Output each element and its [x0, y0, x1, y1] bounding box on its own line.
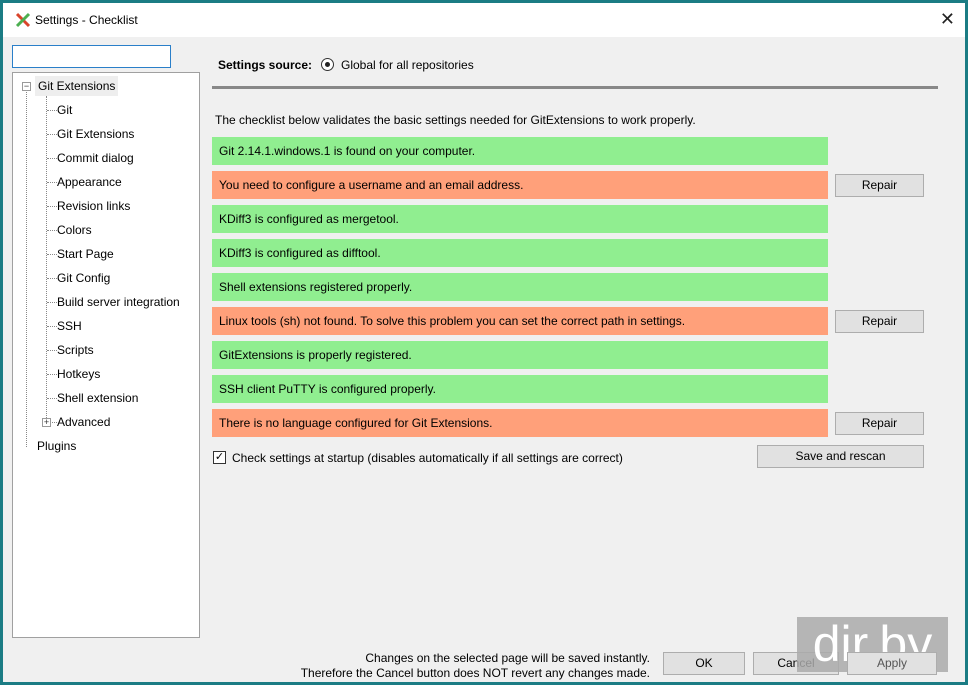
global-radio[interactable]: [321, 58, 334, 71]
tree-line: [47, 374, 57, 375]
tree-item-git-extensions[interactable]: Git Extensions: [35, 76, 119, 96]
tree-item-advanced[interactable]: Advanced: [57, 412, 110, 432]
title-bar: Settings - Checklist ✕: [3, 3, 965, 37]
startup-checkbox-label[interactable]: Check settings at startup (disables auto…: [232, 451, 623, 465]
window-title: Settings - Checklist: [35, 13, 138, 27]
settings-source-label: Settings source:: [218, 58, 313, 72]
tree-item-appearance[interactable]: Appearance: [57, 172, 122, 192]
tree-line: [47, 182, 57, 183]
checklist-intro: The checklist below validates the basic …: [215, 113, 696, 127]
tree-item-start-page[interactable]: Start Page: [57, 244, 114, 264]
close-icon[interactable]: ✕: [940, 9, 955, 30]
footer-note-1: Changes on the selected page will be sav…: [365, 651, 650, 665]
tree-item-plugins[interactable]: Plugins: [37, 436, 76, 456]
tree-item-hotkeys[interactable]: Hotkeys: [57, 364, 100, 384]
global-radio-label[interactable]: Global for all repositories: [341, 58, 474, 72]
repair-button[interactable]: Repair: [835, 310, 924, 333]
repair-button[interactable]: Repair: [835, 174, 924, 197]
tree-line: [47, 158, 57, 159]
ok-button[interactable]: OK: [663, 652, 745, 675]
tree-item-git-extensions[interactable]: Git Extensions: [57, 124, 134, 144]
check-row: Git 2.14.1.windows.1 is found on your co…: [212, 137, 828, 165]
tree-line: [26, 92, 27, 447]
tree-line: [47, 206, 57, 207]
tree-line: [47, 326, 57, 327]
apply-button[interactable]: Apply: [847, 652, 937, 675]
check-row: SSH client PuTTY is configured properly.: [212, 375, 828, 403]
tree-item-ssh[interactable]: SSH: [57, 316, 82, 336]
tree-item-git[interactable]: Git: [57, 100, 72, 120]
check-row: KDiff3 is configured as mergetool.: [212, 205, 828, 233]
tree-line: [47, 302, 57, 303]
check-row: Shell extensions registered properly.: [212, 273, 828, 301]
separator: [212, 86, 938, 89]
tree-line: [47, 398, 57, 399]
startup-checkbox[interactable]: ✓: [213, 451, 226, 464]
check-row: Linux tools (sh) not found. To solve thi…: [212, 307, 828, 335]
settings-search-input[interactable]: [12, 45, 171, 68]
check-row: KDiff3 is configured as difftool.: [212, 239, 828, 267]
tree-item-git-config[interactable]: Git Config: [57, 268, 110, 288]
check-row: There is no language configured for Git …: [212, 409, 828, 437]
git-extensions-logo-icon: [15, 12, 31, 28]
settings-tree[interactable]: − Git Extensions Git Git Extensions Commit…: [12, 72, 200, 638]
tree-item-shell-extension[interactable]: Shell extension: [57, 388, 138, 408]
tree-line: [47, 134, 57, 135]
tree-item-build-server-integration[interactable]: Build server integration: [57, 292, 180, 312]
footer-note-2: Therefore the Cancel button does NOT rev…: [300, 666, 650, 680]
tree-item-revision-links[interactable]: Revision links: [57, 196, 130, 216]
tree-item-commit-dialog[interactable]: Commit dialog: [57, 148, 134, 168]
repair-button[interactable]: Repair: [835, 412, 924, 435]
tree-line: [47, 110, 57, 111]
settings-window: Settings - Checklist ✕ − Git Extensions …: [3, 3, 965, 682]
tree-line: [47, 350, 57, 351]
save-and-rescan-button[interactable]: Save and rescan: [757, 445, 924, 468]
check-row: GitExtensions is properly registered.: [212, 341, 828, 369]
tree-line: [47, 230, 57, 231]
tree-line: [47, 254, 57, 255]
expand-icon[interactable]: +: [42, 418, 51, 427]
check-row: You need to configure a username and an …: [212, 171, 828, 199]
collapse-icon[interactable]: −: [22, 82, 31, 91]
tree-item-colors[interactable]: Colors: [57, 220, 92, 240]
tree-item-scripts[interactable]: Scripts: [57, 340, 94, 360]
tree-line: [47, 278, 57, 279]
